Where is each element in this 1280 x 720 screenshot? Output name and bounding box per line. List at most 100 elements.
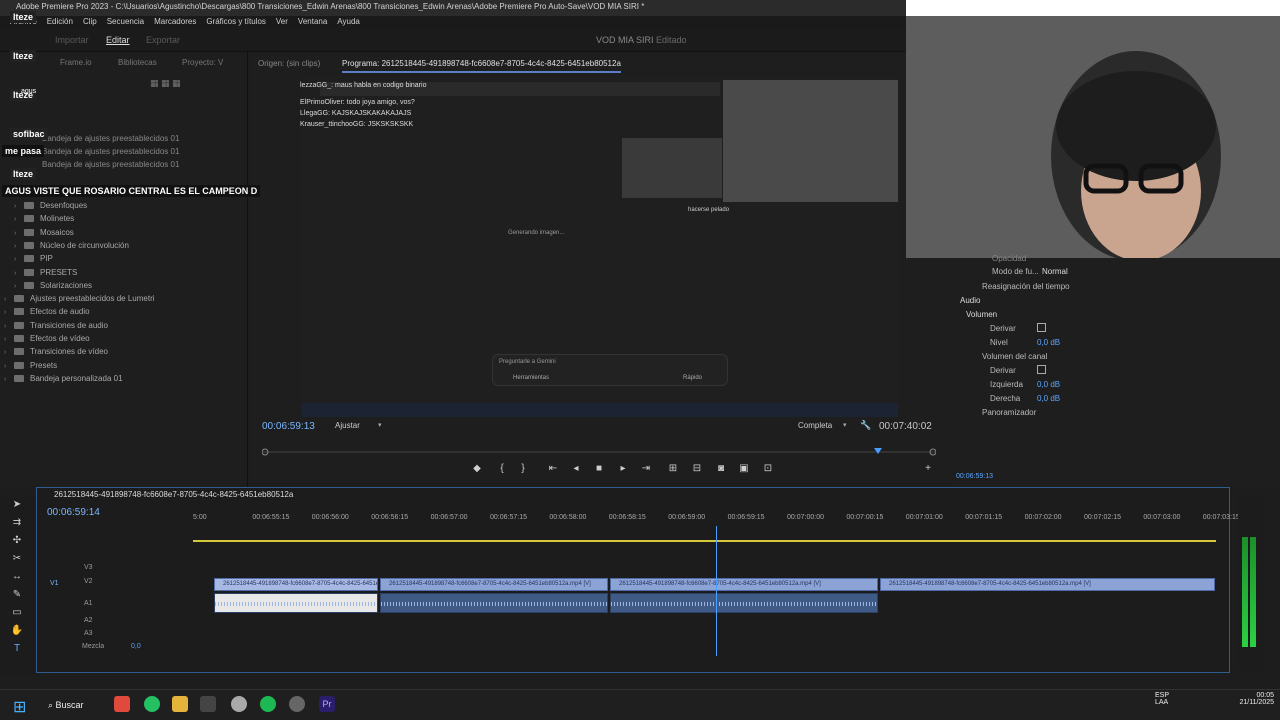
effects-folder[interactable]: › Presets xyxy=(4,359,57,372)
menu-item[interactable]: Ventana xyxy=(298,17,327,26)
wrench-icon[interactable]: 🔧 xyxy=(860,420,871,431)
taskbar-search[interactable]: ⌕ Buscar xyxy=(48,695,106,715)
menu-item[interactable]: Ver xyxy=(276,17,288,26)
chevron-right-icon[interactable]: › xyxy=(4,333,14,346)
work-area-bar[interactable] xyxy=(193,540,1216,542)
play-icon[interactable]: ▸ xyxy=(616,463,630,475)
ruler-tick-label: 00:06:57:00 xyxy=(430,514,468,521)
chevron-down-icon[interactable]: ▾ xyxy=(843,421,847,429)
chrome-icon[interactable] xyxy=(114,696,130,712)
chevron-right-icon[interactable]: › xyxy=(14,240,24,253)
effects-folder[interactable]: › Bandeja personalizada 01 xyxy=(4,372,123,385)
chevron-right-icon[interactable]: › xyxy=(14,227,24,240)
chevron-right-icon[interactable]: › xyxy=(4,346,14,359)
marker-icon[interactable]: ◆ xyxy=(470,463,484,475)
video-clip[interactable]: 2612518445-491898748-fc6608e7-8705-4c4c-… xyxy=(214,578,378,591)
pen-icon[interactable]: ✎ xyxy=(10,589,24,603)
track-label-a2[interactable]: A2 xyxy=(84,617,93,624)
audio-clip[interactable] xyxy=(214,593,378,613)
openai-icon[interactable] xyxy=(231,696,247,712)
fx-time-remap[interactable]: Reasignación del tiempo xyxy=(982,282,1070,291)
effects-folder[interactable]: › Mosaicos xyxy=(14,226,74,239)
fx-blend-dropdown[interactable]: Normal xyxy=(1042,267,1068,276)
chevron-right-icon[interactable]: › xyxy=(14,253,24,266)
chevron-right-icon[interactable]: › xyxy=(4,320,14,333)
chevron-right-icon[interactable]: › xyxy=(14,280,24,293)
stop-icon[interactable]: ■ xyxy=(592,463,606,475)
video-clip[interactable]: 2612518445-491898748-fc6608e7-8705-4c4c-… xyxy=(880,578,1215,591)
chevron-right-icon[interactable]: › xyxy=(14,267,24,280)
timeline-timecode[interactable]: 00:06:59:14 xyxy=(47,507,100,518)
file-explorer-icon[interactable] xyxy=(172,696,188,712)
audio-clip[interactable] xyxy=(610,593,878,613)
mark-in-icon[interactable]: { xyxy=(495,463,509,475)
obs-icon[interactable] xyxy=(289,696,305,712)
bypass-checkbox[interactable] xyxy=(1037,365,1046,374)
chevron-down-icon[interactable]: ▾ xyxy=(378,421,382,429)
hand-icon[interactable]: ✋ xyxy=(10,625,24,639)
windows-start-icon[interactable]: ⊞ xyxy=(13,697,26,717)
chevron-right-icon[interactable]: › xyxy=(14,213,24,226)
video-clip[interactable]: 2612518445-491898748-fc6608e7-8705-4c4c-… xyxy=(380,578,608,591)
taskbar-clock[interactable]: 00:05 21/11/2025 xyxy=(1222,692,1274,706)
fx-channel-volume[interactable]: Volumen del canal xyxy=(982,352,1047,361)
selection-tool-icon[interactable]: ➤ xyxy=(10,499,24,513)
whatsapp-icon[interactable] xyxy=(144,696,160,712)
text-tool-icon[interactable]: T xyxy=(10,643,24,657)
lift-icon[interactable]: ⊞ xyxy=(666,463,680,475)
playhead[interactable] xyxy=(716,526,717,656)
effects-folder[interactable]: › PRESETS xyxy=(14,266,77,279)
effects-folder[interactable]: › Efectos de vídeo xyxy=(4,332,90,345)
chevron-right-icon[interactable]: › xyxy=(4,306,14,319)
effects-folder[interactable]: › PIP xyxy=(14,252,53,265)
spotify-icon[interactable] xyxy=(260,696,276,712)
chevron-right-icon[interactable]: › xyxy=(4,360,14,373)
effects-folder[interactable]: › Transiciones de vídeo xyxy=(4,345,108,358)
track-label-v1[interactable]: V1 xyxy=(50,580,59,587)
razor-icon[interactable]: ✂ xyxy=(10,553,24,567)
fx-panner[interactable]: Panoramizador xyxy=(982,408,1036,417)
effects-folder[interactable]: › Solarizaciones xyxy=(14,279,92,292)
effects-folder[interactable]: › Núcleo de circunvolución xyxy=(14,239,129,252)
track-select-icon[interactable]: ⇉ xyxy=(10,517,24,531)
program-timecode[interactable]: 00:06:59:13 xyxy=(262,421,315,432)
step-back-icon[interactable]: ◂ xyxy=(569,463,583,475)
program-scrubber[interactable] xyxy=(262,448,936,456)
program-tab[interactable]: Programa: 2612518445-491898748-fc6608e7-… xyxy=(342,59,621,73)
capture-icon[interactable] xyxy=(200,696,216,712)
video-clip[interactable]: 2612518445-491898748-fc6608e7-8705-4c4c-… xyxy=(610,578,878,591)
mix-value[interactable]: 0,0 xyxy=(131,643,141,650)
effects-folder[interactable]: › Efectos de audio xyxy=(4,305,90,318)
effects-folder[interactable]: › Molinetes xyxy=(14,212,74,225)
extract-icon[interactable]: ⊟ xyxy=(690,463,704,475)
compare-icon[interactable]: ▣ xyxy=(737,463,751,475)
vr-icon[interactable]: ⊡ xyxy=(761,463,775,475)
rectangle-icon[interactable]: ▭ xyxy=(10,607,24,621)
fx-left-value[interactable]: 0,0 dB xyxy=(1037,380,1060,389)
add-button-icon[interactable]: + xyxy=(921,463,935,475)
chevron-right-icon[interactable]: › xyxy=(4,293,14,306)
go-to-in-icon[interactable]: ⇤ xyxy=(546,463,560,475)
audio-clip[interactable] xyxy=(380,593,608,613)
fx-right-value[interactable]: 0,0 dB xyxy=(1037,394,1060,403)
effects-folder[interactable]: › Ajustes preestablecidos de Lumetri xyxy=(4,292,155,305)
track-label-a1[interactable]: A1 xyxy=(84,600,93,607)
fit-dropdown[interactable]: Ajustar xyxy=(335,421,360,430)
sequence-tab[interactable]: 2612518445-491898748-fc6608e7-8705-4c4c-… xyxy=(54,490,293,499)
source-tab[interactable]: Origen: (sin clips) xyxy=(258,59,320,68)
mark-out-icon[interactable]: } xyxy=(516,463,530,475)
chevron-right-icon[interactable]: › xyxy=(4,373,14,386)
fx-level-value[interactable]: 0,0 dB xyxy=(1037,338,1060,347)
track-label-a3[interactable]: A3 xyxy=(84,630,93,637)
camera-icon[interactable]: ◙ xyxy=(714,463,728,475)
ripple-edit-icon[interactable]: ✣ xyxy=(10,535,24,549)
slip-icon[interactable]: ↔ xyxy=(10,571,24,585)
bypass-checkbox[interactable] xyxy=(1037,323,1046,332)
premiere-pro-icon[interactable]: Pr xyxy=(319,696,335,712)
menu-item[interactable]: Ayuda xyxy=(337,17,360,26)
quality-dropdown[interactable]: Completa xyxy=(798,421,832,430)
fx-volume[interactable]: Volumen xyxy=(966,310,997,319)
tray-language[interactable]: ESP LAA xyxy=(1155,692,1169,706)
go-to-out-icon[interactable]: ⇥ xyxy=(639,463,653,475)
effects-folder[interactable]: › Transiciones de audio xyxy=(4,319,108,332)
